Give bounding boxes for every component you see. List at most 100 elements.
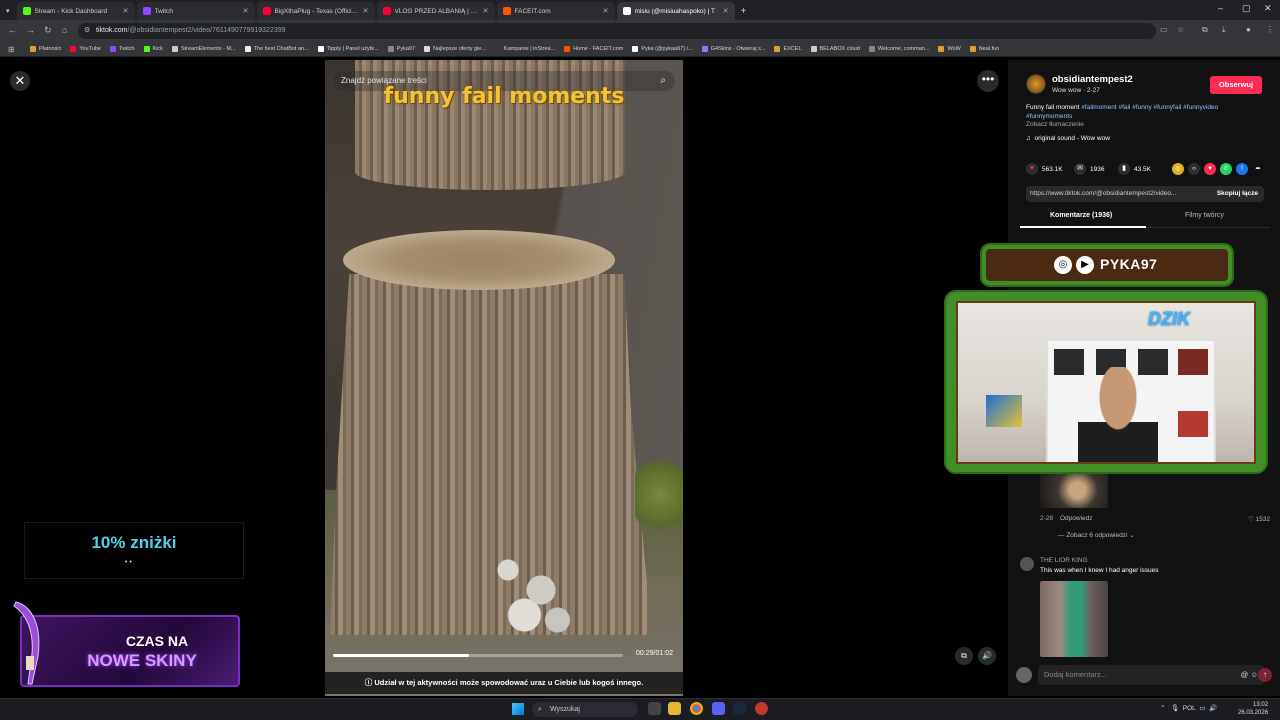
tab-close-icon[interactable]: ✕ bbox=[603, 7, 609, 15]
more-options-button[interactable]: ••• bbox=[977, 70, 999, 92]
reload-icon[interactable]: ↻ bbox=[44, 25, 52, 36]
profile-icon[interactable]: ● bbox=[1246, 25, 1251, 34]
app-icon[interactable] bbox=[755, 702, 768, 715]
tab-comments[interactable]: Komentarze (1936) bbox=[1050, 212, 1112, 219]
browser-tab[interactable]: Stream - Kick Dashboard ✕ bbox=[16, 2, 135, 20]
back-icon[interactable]: ← bbox=[8, 25, 17, 35]
send-share-icon[interactable]: ▼ bbox=[1204, 163, 1216, 175]
video-player[interactable]: Znajdź powiązane treści ⌕ funny fail mom… bbox=[325, 60, 683, 696]
bookmark-item[interactable]: Neal.fun bbox=[969, 46, 999, 52]
bookmark-item[interactable]: EXCEL bbox=[774, 46, 802, 52]
taskbar-search[interactable]: ⌕ Wyszukaj bbox=[532, 702, 638, 717]
steam-icon[interactable] bbox=[733, 702, 746, 715]
browser-tab[interactable]: misiu (@misiuahaspoko) | T ✕ bbox=[616, 2, 735, 20]
bookmark-item[interactable]: Pyka97 bbox=[387, 46, 415, 52]
microphone-icon[interactable]: 🎙 bbox=[1171, 705, 1179, 712]
volume-button[interactable]: 🔊 bbox=[978, 647, 996, 665]
minimize-button[interactable]: – bbox=[1218, 3, 1223, 13]
tab-close-icon[interactable]: ✕ bbox=[363, 7, 369, 15]
bookmark-star-icon[interactable]: ☆ bbox=[1177, 25, 1184, 34]
video-progress-bar[interactable] bbox=[333, 654, 623, 657]
comment-username[interactable]: THE LIOR KING bbox=[1040, 557, 1088, 564]
bookmark-item[interactable]: Welcome, comman... bbox=[868, 46, 929, 52]
bookmark-item[interactable]: The best ChatBot an... bbox=[244, 46, 309, 52]
bookmark-item[interactable]: WoW bbox=[938, 46, 961, 52]
browser-tab[interactable]: Twitch ✕ bbox=[136, 2, 255, 20]
bookmark-icon[interactable]: ▮ bbox=[1118, 163, 1130, 175]
bookmark-item[interactable]: YouTube bbox=[70, 46, 101, 52]
comment-input[interactable]: Dodaj komentarz... @ ☺ bbox=[1038, 665, 1264, 685]
share-arrow-icon[interactable]: ➦ bbox=[1252, 163, 1264, 175]
windows-start-icon[interactable] bbox=[512, 703, 524, 715]
comment-likes[interactable]: ♡ 1532 bbox=[1248, 515, 1270, 523]
bookmark-item[interactable]: Tipply | Panel użytk... bbox=[317, 46, 379, 52]
discord-icon[interactable] bbox=[712, 702, 725, 715]
tab-close-icon[interactable]: ✕ bbox=[123, 7, 129, 15]
facebook-icon[interactable]: f bbox=[1236, 163, 1248, 175]
share-link-box[interactable]: https://www.tiktok.com/@obsidiantempest2… bbox=[1026, 186, 1264, 202]
copy-link-button[interactable]: Skopiuj łącze bbox=[1217, 186, 1258, 202]
avatar[interactable] bbox=[1026, 74, 1046, 94]
browser-tab[interactable]: VLOG PRZED ALBANIĄ | Cały vl ✕ bbox=[376, 2, 495, 20]
system-tray[interactable]: ⌃ 🎙 POL ▭ 🔊 bbox=[1160, 704, 1217, 712]
follow-button[interactable]: Obserwuj bbox=[1210, 76, 1262, 94]
like-stat[interactable]: ♥ 563.1K bbox=[1026, 163, 1063, 175]
bookmark-item[interactable]: StreamElements - M... bbox=[171, 46, 236, 52]
comment-icon[interactable]: ✉ bbox=[1074, 163, 1086, 175]
chrome-icon[interactable] bbox=[690, 702, 703, 715]
browser-tab[interactable]: FACEIT.com ✕ bbox=[496, 2, 615, 20]
bookmark-item[interactable]: Home - FACEIT.com bbox=[564, 46, 623, 52]
bookmark-item[interactable]: Pyka (@pykaa97) /... bbox=[632, 46, 693, 52]
home-icon[interactable]: ⌂ bbox=[62, 25, 67, 35]
bookmark-item[interactable]: Kampanie | inStrea... bbox=[494, 46, 555, 52]
picture-in-picture-button[interactable]: ⧉ bbox=[955, 647, 973, 665]
system-clock[interactable]: 13:02 26.03.2026 bbox=[1238, 701, 1268, 717]
avatar[interactable] bbox=[1020, 557, 1034, 571]
tab-close-icon[interactable]: ✕ bbox=[483, 7, 489, 15]
tab-close-icon[interactable]: ✕ bbox=[243, 7, 249, 15]
mention-emoji-icons[interactable]: @ ☺ bbox=[1241, 665, 1258, 685]
bookmark-item[interactable]: Kick bbox=[143, 46, 163, 52]
address-bar[interactable]: ⚙ tiktok.com/@obsidiantempest2/video/761… bbox=[78, 23, 1156, 39]
see-translation-link[interactable]: Zobacz tłumaczenie bbox=[1026, 121, 1084, 128]
apps-icon[interactable]: ⊞ bbox=[8, 45, 15, 54]
heart-outline-icon[interactable]: ♡ bbox=[1248, 516, 1254, 523]
post-username[interactable]: obsidiantempest2 bbox=[1052, 74, 1133, 85]
lang-indicator[interactable]: POL bbox=[1183, 705, 1196, 712]
coin-share-icon[interactable]: ◎ bbox=[1172, 163, 1184, 175]
bookmark-item[interactable]: Twitch bbox=[109, 46, 135, 52]
bookmark-item[interactable]: Najlepsze oferty gie... bbox=[424, 46, 486, 52]
whatsapp-icon[interactable]: ✆ bbox=[1220, 163, 1232, 175]
comment-stat[interactable]: ✉ 1936 bbox=[1074, 163, 1104, 175]
site-info-icon[interactable]: ⚙ bbox=[84, 23, 90, 39]
task-view-icon[interactable] bbox=[648, 702, 661, 715]
maximize-button[interactable]: ▢ bbox=[1242, 3, 1251, 14]
bookmark-item[interactable]: G4Skins - Otwieraj s... bbox=[701, 46, 765, 52]
close-video-button[interactable]: ✕ bbox=[10, 71, 30, 91]
embed-icon[interactable]: ‹› bbox=[1188, 163, 1200, 175]
save-stat[interactable]: ▮ 43.5K bbox=[1118, 163, 1151, 175]
sound-link[interactable]: ♫ original sound - Wow wow bbox=[1026, 135, 1110, 142]
view-replies-button[interactable]: — Zobacz 6 odpowiedzi ⌄ bbox=[1058, 531, 1135, 539]
bookmark-item[interactable]: BELABOX cloud bbox=[810, 46, 860, 52]
extensions-icon[interactable]: ⧉ bbox=[1202, 25, 1208, 35]
browser-tab[interactable]: BigXthaPlug - Texas (Official M ✕ bbox=[256, 2, 375, 20]
window-close-button[interactable]: ✕ bbox=[1264, 3, 1272, 14]
tab-search-icon[interactable]: ▾ bbox=[6, 7, 10, 15]
send-comment-button[interactable]: ↑ bbox=[1258, 668, 1272, 682]
bookmark-item[interactable]: Płatności bbox=[30, 46, 61, 52]
comment-image[interactable] bbox=[1040, 472, 1108, 508]
download-icon[interactable]: ⤓ bbox=[1222, 25, 1226, 35]
reply-button[interactable]: Odpowiedz bbox=[1060, 515, 1093, 522]
heart-icon[interactable]: ♥ bbox=[1026, 163, 1038, 175]
network-icon[interactable]: ▭ bbox=[1199, 705, 1205, 712]
chevron-up-icon[interactable]: ⌃ bbox=[1160, 705, 1165, 712]
file-explorer-icon[interactable] bbox=[668, 702, 681, 715]
menu-icon[interactable]: ⋮ bbox=[1266, 25, 1274, 34]
tab-creator-videos[interactable]: Filmy twórcy bbox=[1185, 212, 1224, 219]
forward-icon[interactable]: → bbox=[26, 25, 35, 35]
volume-icon[interactable]: 🔊 bbox=[1209, 705, 1217, 712]
new-tab-button[interactable]: + bbox=[741, 6, 747, 17]
tab-close-icon[interactable]: ✕ bbox=[723, 7, 729, 15]
cast-icon[interactable]: ▭ bbox=[1160, 25, 1168, 34]
